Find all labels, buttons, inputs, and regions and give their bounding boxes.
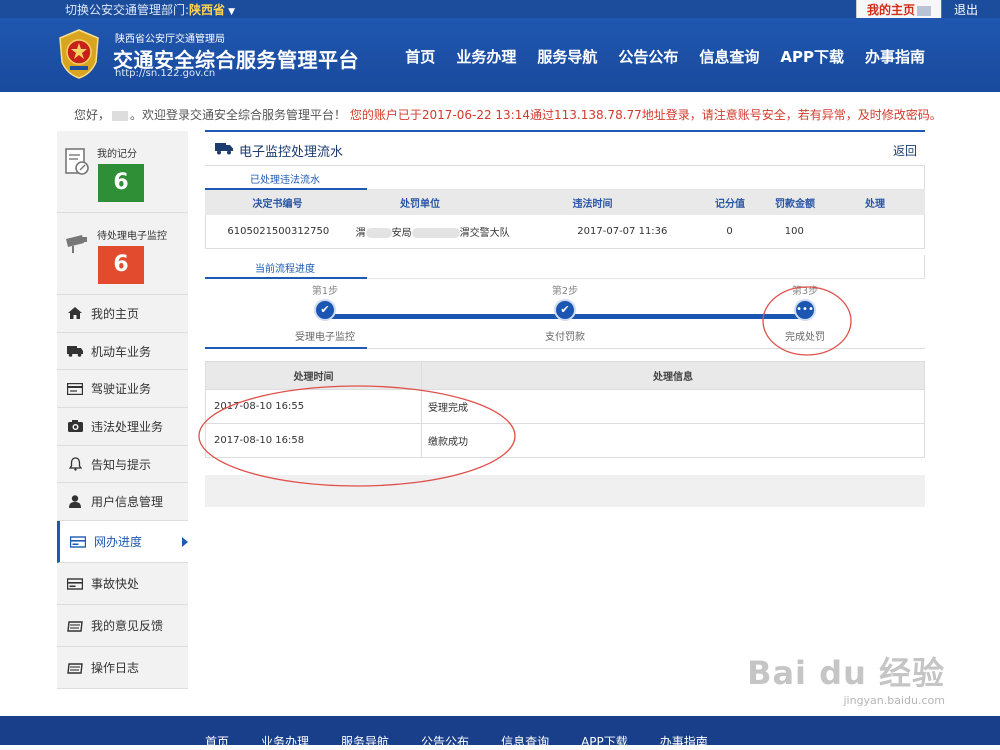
site-url: http://sn.122.gov.cn xyxy=(115,68,216,79)
ellipsis-icon: ••• xyxy=(794,299,816,321)
sidebar-item-progress[interactable]: 网办进度 xyxy=(57,521,188,564)
sidebar: 我的记分 6 待处理电子监控 6 我的主页 机动车业务 驾驶证业务 违法处理业务… xyxy=(57,131,188,690)
feedback-icon xyxy=(67,619,83,633)
sidebar-item-license[interactable]: 驾驶证业务 xyxy=(57,370,188,409)
table-row: 6105021500312750 渭安局 渭交警大队 2017-07-07 11:… xyxy=(205,215,925,249)
violation-time: 2017-07-07 11:36 xyxy=(577,226,668,237)
truck-icon xyxy=(215,142,233,159)
fine-amount: 100 xyxy=(784,226,804,237)
footer-nav-notice[interactable]: 公告公布 xyxy=(421,733,469,750)
footer-nav-query[interactable]: 信息查询 xyxy=(501,733,549,750)
camera-monitor-icon xyxy=(66,235,87,253)
province-name: 陕西省 xyxy=(189,3,226,17)
caret-down-icon: ▼ xyxy=(228,7,235,17)
footer-nav-guide[interactable]: 办事指南 xyxy=(660,733,708,750)
page-title: 电子监控处理流水 xyxy=(239,145,344,160)
nav-notice[interactable]: 公告公布 xyxy=(618,46,678,67)
login-warning: 您的账户已于2017-06-22 13:14通过113.138.78.77地址登… xyxy=(349,108,942,122)
nav-home[interactable]: 首页 xyxy=(405,46,435,67)
sidebar-item-home[interactable]: 我的主页 xyxy=(57,295,188,333)
nav-service[interactable]: 服务导航 xyxy=(537,46,597,67)
sidebar-item-notice[interactable]: 告知与提示 xyxy=(57,445,188,484)
sidebar-item-violation[interactable]: 违法处理业务 xyxy=(57,408,188,446)
organization-name: 陕西省公安厅交通管理局 xyxy=(115,34,225,45)
sidebar-item-user-info[interactable]: 用户信息管理 xyxy=(57,483,188,522)
sidebar-item-accident[interactable]: 事故快处 xyxy=(57,563,188,606)
step-3: 第3步 ••• 完成处罚 xyxy=(785,286,825,343)
nav-query[interactable]: 信息查询 xyxy=(699,46,759,67)
score-count: 6 xyxy=(98,164,144,202)
panel-header: 电子监控处理流水 返回 xyxy=(205,130,925,166)
main-panel: 电子监控处理流水 返回 已处理违法流水 决定书编号 处罚单位 违法时间 记分值 … xyxy=(205,130,925,510)
footer-nav-business[interactable]: 业务办理 xyxy=(261,733,309,750)
top-bar: 切换公安交通管理部门:陕西省 ▼ 我的主页 退出 xyxy=(0,0,1000,18)
camera-icon xyxy=(67,419,83,433)
masked-name xyxy=(916,5,931,16)
site-footer: 首页 业务办理 服务导航 公告公布 信息查询 APP下载 办事指南 xyxy=(0,716,1000,749)
score-card[interactable]: 我的记分 6 xyxy=(57,131,188,213)
doc-number: 6105021500312750 xyxy=(227,226,330,237)
penalty-unit: 渭安局 渭交警大队 xyxy=(355,228,510,239)
department-switcher[interactable]: 切换公安交通管理部门:陕西省 ▼ xyxy=(65,1,235,18)
sidebar-item-log[interactable]: 操作日志 xyxy=(57,647,188,690)
log-icon xyxy=(67,661,83,675)
accident-icon xyxy=(67,577,83,591)
greeting-bar: 您好， 。欢迎登录交通安全综合服务管理平台！ 您的账户已于2017-06-22 1… xyxy=(74,108,942,122)
site-header: 陕西省公安厅交通管理局 交通安全综合服务管理平台 http://sn.122.g… xyxy=(0,18,1000,92)
progress-icon xyxy=(70,535,86,549)
check-icon: ✔ xyxy=(554,299,576,321)
points-value: 0 xyxy=(726,226,733,237)
table-row: 2017-08-10 16:55 受理完成 xyxy=(206,389,924,423)
step-1: 第1步 ✔ 受理电子监控 xyxy=(295,286,355,343)
card-icon xyxy=(67,382,83,396)
nav-guide[interactable]: 办事指南 xyxy=(865,46,925,67)
bell-icon xyxy=(67,457,83,471)
footer-nav-app[interactable]: APP下载 xyxy=(581,733,628,750)
pending-count: 6 xyxy=(98,246,144,284)
step-2: 第2步 ✔ 支付罚款 xyxy=(545,286,585,343)
sidebar-item-feedback[interactable]: 我的意见反馈 xyxy=(57,605,188,648)
score-document-icon xyxy=(65,148,89,175)
masked-user-name xyxy=(112,110,129,121)
pending-monitor-card[interactable]: 待处理电子监控 6 xyxy=(57,213,188,295)
sidebar-item-vehicle[interactable]: 机动车业务 xyxy=(57,332,188,371)
back-link[interactable]: 返回 xyxy=(893,142,917,159)
main-nav: 首页 业务办理 服务导航 公告公布 信息查询 APP下载 办事指南 xyxy=(405,46,925,67)
panel-footer-band xyxy=(205,475,925,507)
logout-link[interactable]: 退出 xyxy=(940,0,1000,18)
nav-app[interactable]: APP下载 xyxy=(780,46,844,67)
police-emblem-icon xyxy=(59,29,99,79)
baidu-watermark: Bai du 经验 jingyan.baidu.com xyxy=(747,654,945,707)
truck-icon xyxy=(67,344,83,358)
home-icon xyxy=(67,306,83,320)
process-table: 处理时间 处理信息 2017-08-10 16:55 受理完成 2017-08-… xyxy=(205,361,925,458)
user-icon xyxy=(67,495,83,509)
progress-tab[interactable]: 当前流程进度 xyxy=(205,255,925,279)
processed-tab[interactable]: 已处理违法流水 xyxy=(205,166,925,190)
nav-business[interactable]: 业务办理 xyxy=(456,46,516,67)
footer-nav-service[interactable]: 服务导航 xyxy=(341,733,389,750)
footer-nav-home[interactable]: 首页 xyxy=(205,733,229,750)
my-home-link[interactable]: 我的主页 xyxy=(855,0,941,18)
footer-nav: 首页 业务办理 服务导航 公告公布 信息查询 APP下载 办事指南 xyxy=(205,733,708,750)
table-row: 2017-08-10 16:58 缴款成功 xyxy=(206,423,924,457)
progress-steps: 第1步 ✔ 受理电子监控 第2步 ✔ 支付罚款 第3步 ••• 完成处罚 xyxy=(205,279,925,349)
violation-table-header: 决定书编号 处罚单位 违法时间 记分值 罚款金额 处理 xyxy=(205,190,925,215)
check-icon: ✔ xyxy=(314,299,336,321)
